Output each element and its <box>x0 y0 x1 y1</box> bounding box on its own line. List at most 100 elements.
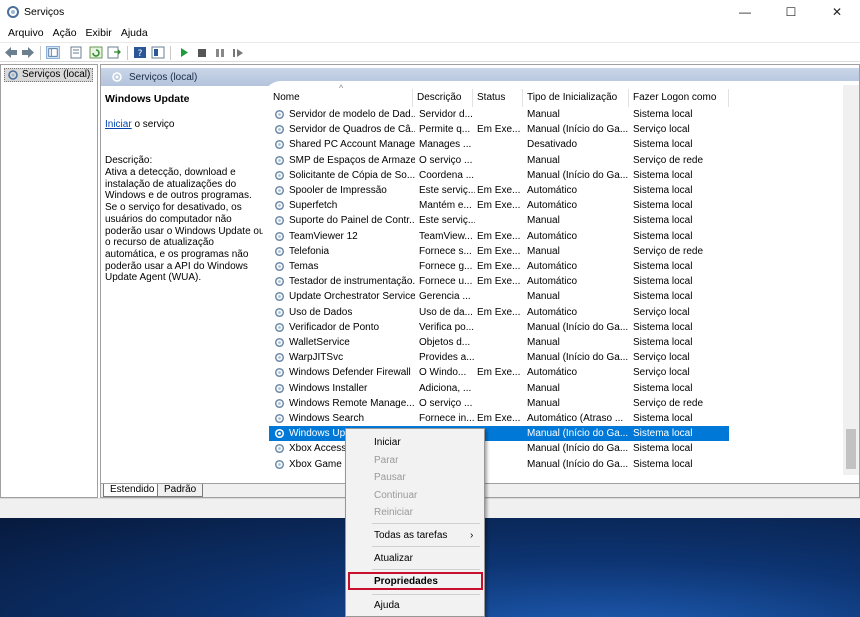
menu-item-todas-tarefas[interactable]: Todas as tarefas <box>374 530 447 541</box>
service-gear-icon <box>274 125 285 135</box>
column-header-status[interactable]: Status <box>473 89 523 107</box>
service-gear-icon <box>274 277 285 287</box>
cell-desc: Fornece u... <box>419 276 473 288</box>
tab-padrao[interactable]: Padrão <box>157 484 204 497</box>
cell-name: Suporte do Painel de Contr... <box>289 215 415 227</box>
tab-estendido[interactable]: Estendido <box>103 484 162 497</box>
menu-exibir[interactable]: Exibir <box>84 24 118 42</box>
cell-name: Temas <box>289 261 319 272</box>
properties-icon[interactable] <box>69 46 83 59</box>
table-row[interactable]: Superfetch Mantém e... Em Exe... Automático… <box>269 198 829 213</box>
table-row[interactable]: Windows UpdateAtiva a ...Manual (Início … <box>269 426 729 442</box>
list-column-headers: Nome Descrição Status Tipo de Inicializa… <box>269 89 849 107</box>
column-header-logon[interactable]: Fazer Logon como <box>629 89 729 107</box>
table-row[interactable]: Solicitante de Cópia de So... Coordena ..… <box>269 168 829 183</box>
table-row[interactable]: Windows Defender Firewall O Windo... Em Ex… <box>269 365 829 380</box>
stop-service-icon[interactable] <box>195 46 209 59</box>
menu-arquivo[interactable]: Arquivo <box>6 24 50 42</box>
console-tree-icon[interactable] <box>46 46 60 59</box>
menu-acao[interactable]: Ação <box>51 24 83 42</box>
show-pane-icon[interactable] <box>151 46 165 59</box>
pane-header-title: Serviços (local) <box>129 72 198 83</box>
table-row[interactable]: WalletService Objetos d... Manual Sistema l… <box>269 335 829 350</box>
column-header-nome[interactable]: Nome <box>269 89 413 107</box>
cell-status: Em Exe... <box>477 185 521 196</box>
minimize-button[interactable]: — <box>722 0 768 24</box>
menu-item-atualizar[interactable]: Atualizar <box>374 553 413 564</box>
cell-startup: Automático <box>527 276 578 288</box>
service-gear-icon <box>274 322 285 332</box>
start-service-link[interactable]: Iniciar <box>105 119 132 130</box>
cell-startup: Automático <box>527 185 578 196</box>
service-gear-icon <box>274 231 285 241</box>
column-header-descricao[interactable]: Descrição <box>413 89 473 107</box>
tree-item-label: Serviços (local) <box>22 69 91 80</box>
export-list-icon[interactable] <box>107 46 121 59</box>
service-gear-icon <box>274 292 285 302</box>
menu-ajuda[interactable]: Ajuda <box>119 24 154 42</box>
table-row[interactable]: WarpJITSvc Provides a... Manual (Início do… <box>269 350 829 365</box>
menu-separator <box>372 569 480 570</box>
cell-name: Superfetch <box>289 200 338 212</box>
vertical-scrollbar[interactable] <box>843 85 859 475</box>
cell-status: Em Exe... <box>477 230 521 242</box>
table-row[interactable]: Suporte do Painel de Contr... Este serviç… <box>269 213 829 228</box>
cell-startup: Manual (Início do Ga... <box>527 443 629 455</box>
service-gear-icon <box>274 140 285 150</box>
cell-startup: Manual <box>527 215 560 227</box>
cell-logon: Sistema local <box>633 200 693 212</box>
cell-desc: Este serviç... <box>419 185 475 196</box>
service-gear-icon <box>274 307 285 317</box>
service-gear-icon <box>274 398 285 408</box>
cell-desc: Gerencia ... <box>419 291 471 303</box>
column-header-tipo-inicializacao[interactable]: Tipo de Inicialização <box>523 89 629 107</box>
table-row[interactable]: Windows Search Fornece in... Em Exe... Auto… <box>269 411 829 426</box>
close-button[interactable]: ✕ <box>814 0 860 24</box>
cell-logon: Sistema local <box>633 169 693 181</box>
start-service-icon[interactable] <box>177 46 191 59</box>
refresh-icon[interactable] <box>89 46 103 59</box>
menu-item-iniciar[interactable]: Iniciar <box>374 437 401 448</box>
cell-logon: Serviço local <box>633 124 690 136</box>
table-row[interactable]: Servidor de Quadros de Câ... Permite q...… <box>269 122 829 137</box>
restart-service-icon[interactable] <box>231 46 245 59</box>
tree-item-services-local[interactable]: Serviços (local) <box>4 68 94 82</box>
table-row[interactable]: Spooler de Impressão Este serviç... Em Exe… <box>269 183 829 198</box>
cell-startup: Manual <box>527 337 560 348</box>
back-arrow-icon[interactable] <box>4 46 18 59</box>
cell-name: Shared PC Account Manager <box>289 139 415 151</box>
service-gear-icon <box>274 185 285 196</box>
cell-desc: Uso de da... <box>419 306 473 318</box>
help-icon[interactable]: ? <box>133 46 147 59</box>
table-row[interactable]: Verificador de Ponto Verifica po... Manual… <box>269 320 829 335</box>
console-tree: Serviços (local) <box>0 64 98 498</box>
table-row[interactable]: Servidor de modelo de Dad... Servidor d..… <box>269 107 829 122</box>
cell-startup: Manual (Início do Ga... <box>527 321 629 333</box>
scrollbar-thumb[interactable] <box>846 429 856 469</box>
menu-item-propriedades[interactable]: Propriedades <box>374 576 438 587</box>
table-row[interactable]: Update Orchestrator Service Gerencia ... M… <box>269 289 829 304</box>
cell-name: Uso de Dados <box>289 306 353 318</box>
forward-arrow-icon[interactable] <box>21 46 35 59</box>
pause-service-icon[interactable] <box>213 46 227 59</box>
table-row[interactable]: Uso de Dados Uso de da... Em Exe... Automát… <box>269 305 829 320</box>
table-row[interactable]: TeamViewer 12 TeamView... Em Exe... Automát… <box>269 229 829 244</box>
cell-desc: Fornece g... <box>419 261 473 272</box>
selected-service-title: Windows Update <box>105 93 190 105</box>
service-gear-icon <box>274 155 285 165</box>
table-row[interactable]: Testador de instrumentação... Fornece u..… <box>269 274 829 289</box>
cell-startup: Manual <box>527 109 560 120</box>
table-row[interactable]: Shared PC Account Manager Manages ... Desa… <box>269 137 829 152</box>
cell-startup: Manual <box>527 154 560 166</box>
cell-desc: O serviço ... <box>419 397 473 409</box>
menu-item-ajuda[interactable]: Ajuda <box>374 600 400 611</box>
cell-desc: Verifica po... <box>419 321 475 333</box>
table-row[interactable]: Temas Fornece g... Em Exe... Automático Sist… <box>269 259 829 274</box>
cell-status: Em Exe... <box>477 245 521 257</box>
table-row[interactable]: Windows Remote Manage... O serviço ... Man… <box>269 396 829 411</box>
cell-name: Windows Search <box>289 413 365 424</box>
table-row[interactable]: SMP de Espaços de Armaze... O serviço ...… <box>269 153 829 168</box>
maximize-button[interactable]: ☐ <box>768 0 814 24</box>
table-row[interactable]: Windows Installer Adiciona, ... Manual Sist… <box>269 381 829 396</box>
table-row[interactable]: Telefonia Fornece s... Em Exe... Manual Serv… <box>269 244 829 259</box>
